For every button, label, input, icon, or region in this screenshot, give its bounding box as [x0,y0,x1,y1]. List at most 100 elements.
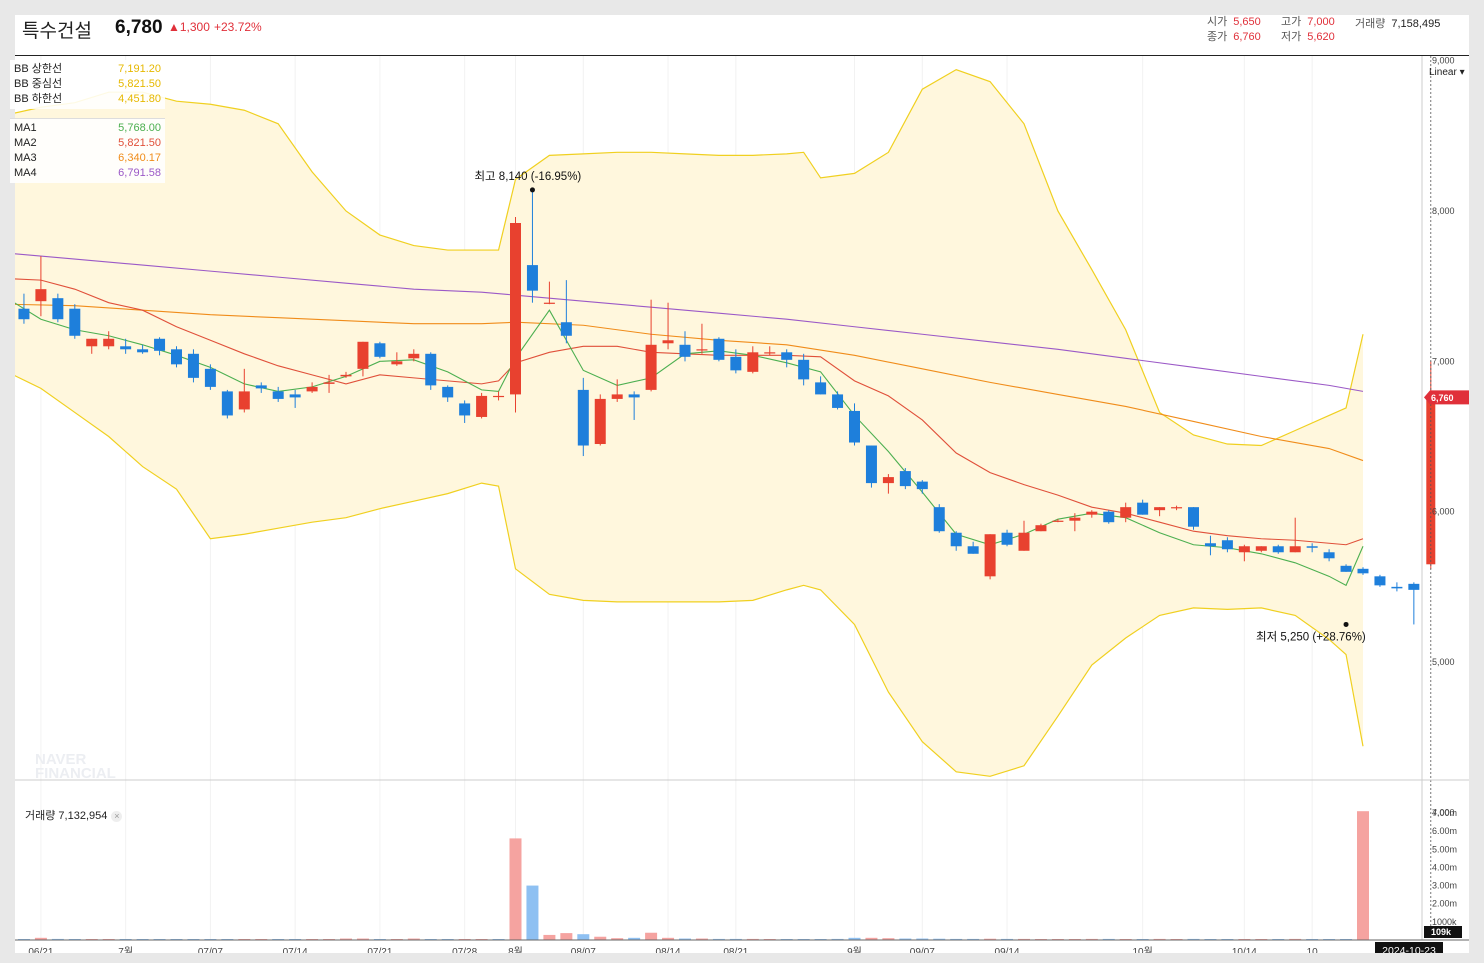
candle-body [679,344,691,357]
x-tick-label: 07/14 [283,947,308,953]
y-tick-label: 8,000 [1432,206,1455,216]
candle-body [86,338,98,347]
candle-body [52,298,64,320]
candle-body [272,391,284,399]
chevron-down-icon: ▾ [1459,67,1465,78]
close-icon[interactable]: × [111,811,123,822]
candle [1374,574,1386,587]
candle-body [1374,576,1386,586]
candle-body [137,349,149,353]
candle-body [442,386,454,398]
candle-body [204,368,216,387]
candle-body [103,338,115,347]
candle-body [543,302,555,304]
x-tick-label: 10월 [1132,946,1152,953]
x-tick-label: 06/21 [28,947,53,953]
candle [984,534,996,580]
volume-bar [543,934,556,940]
candle-body [1306,546,1318,548]
x-tick-label: 10/14 [1232,947,1257,953]
x-tick-label: 07/07 [198,947,223,953]
candle-body [510,223,521,395]
candle-body [323,382,335,384]
candle-body [764,352,776,354]
candle-body [526,265,538,291]
x-tick-label: 08/07 [571,947,596,953]
candle [425,352,437,390]
candle [221,389,233,419]
candle-body [899,471,911,487]
candle-body [1103,511,1115,523]
candle [187,349,199,383]
x-tick-label: 09/07 [910,947,935,953]
candle-body [560,322,572,336]
candle-body [1255,546,1267,551]
naver-financial-watermark: NAVER FINANCIAL [35,751,116,782]
candle-body [255,385,267,389]
candle-body [459,403,471,416]
candle-body [408,353,420,359]
candle-body [1154,507,1166,511]
candle [1103,510,1115,524]
candle-body [1238,546,1250,553]
candle-body [340,374,352,377]
x-tick-label: 08/21 [723,947,748,953]
bollinger-band-area [15,69,1363,777]
volume-bar [560,933,573,940]
marker-dot [529,187,535,193]
candle-body [120,346,132,350]
candle-body [1035,525,1047,532]
candle-body [69,308,81,336]
candle-body [967,546,979,554]
candle-body [882,477,894,484]
volume-tick-label: 4.00m [1432,862,1457,872]
volume-current-label: 109k [1431,927,1452,937]
candle [476,392,488,419]
candle-body [696,349,708,351]
x-tick-label: 07/21 [367,947,392,953]
candle-body [798,359,810,380]
current-date-label: 2024-10-23 [1382,945,1436,953]
volume-tick-label: 1000k [1432,917,1457,927]
candle-body [1137,502,1149,515]
bb-lower-legend: BB 하한선 4,451.80 [14,93,161,105]
volume-tick-label: 7.00m [1432,808,1457,818]
candle-body [781,352,793,360]
candle-body [357,341,369,369]
candle [899,468,911,490]
last-price-label: 6,760 [1431,393,1454,403]
y-tick-label: 6,000 [1432,507,1455,517]
candle [713,337,725,362]
candle-body [171,349,182,365]
candle-body [1408,583,1420,590]
price-chart[interactable]: 최고 8,140 (-16.95%)최저 5,250 (+28.76%) 4,0… [15,15,1469,953]
candle-body [1171,507,1183,509]
volume-bar [526,885,539,940]
y-tick-label: 9,000 [1432,56,1455,66]
candle-body [391,361,403,365]
volume-panel-label: 거래량 7,132,954 × [25,807,123,823]
ma4-legend: MA4 6,791.58 [14,167,161,179]
candle-body [747,352,759,372]
candle-body [1391,586,1403,589]
candle-body [476,395,488,417]
candle-body [1052,520,1064,522]
candle [171,346,182,368]
candle-body [916,481,928,490]
marker-label: 최저 5,250 (+28.76%) [1256,630,1366,643]
candle-body [374,343,386,357]
ma3-legend: MA3 6,340.17 [14,152,161,164]
candle-body [1289,546,1301,553]
volume-bar [577,934,590,940]
candle [933,504,945,533]
scale-mode-button[interactable]: Linear ▾ [1429,67,1465,78]
candle [510,216,521,413]
x-tick-label: 07/28 [452,947,477,953]
candle [1188,507,1199,530]
candle-body [645,344,657,390]
candle-body [1340,565,1352,572]
candle-body [984,534,996,577]
candle-body [425,353,437,386]
volume-tick-label: 2.00m [1432,899,1457,909]
candle-body [594,398,606,445]
